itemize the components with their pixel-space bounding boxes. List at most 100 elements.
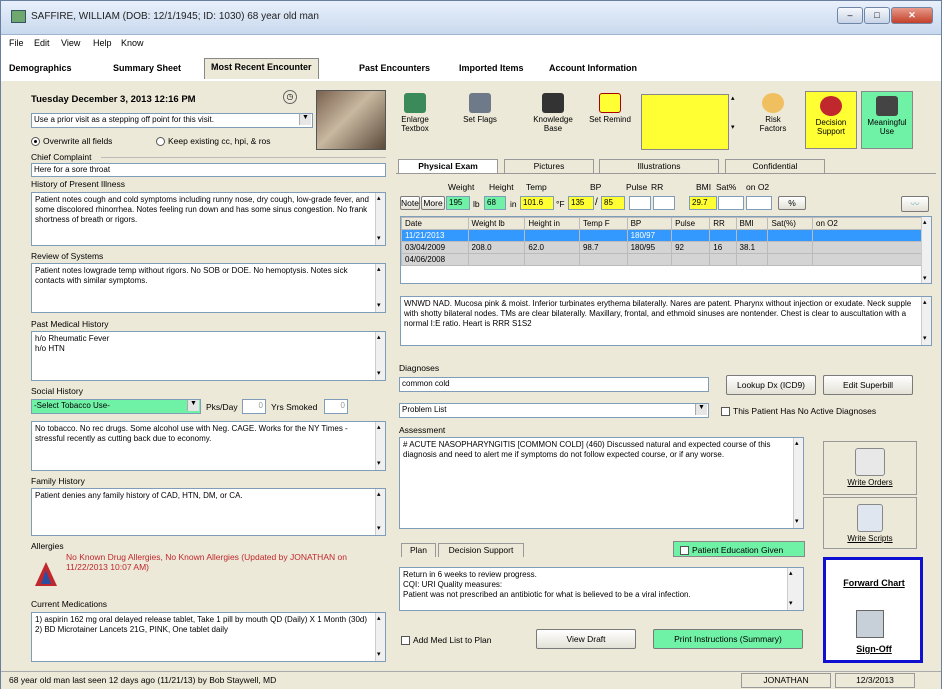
family-scrollbar[interactable] bbox=[375, 489, 385, 535]
hpi-textarea[interactable]: Patient notes cough and cold symptoms in… bbox=[31, 192, 386, 246]
col-on-o2[interactable]: on O2 bbox=[812, 217, 923, 230]
bmi-input[interactable]: 29.7 bbox=[689, 196, 717, 210]
pmh-textarea[interactable]: h/o Rheumatic Fever h/o HTN bbox=[31, 331, 386, 381]
tab-imported-items[interactable]: Imported Items bbox=[459, 60, 524, 78]
sign-off-button[interactable]: Sign-Off bbox=[832, 644, 916, 654]
tab-most-recent-encounter[interactable]: Most Recent Encounter bbox=[204, 58, 319, 79]
enlarge-textbox-button[interactable]: Enlarge Textbox bbox=[399, 93, 431, 133]
tab-summary-sheet[interactable]: Summary Sheet bbox=[113, 60, 181, 78]
height-input[interactable]: 68 bbox=[484, 196, 506, 210]
col-weight[interactable]: Weight lb bbox=[467, 217, 526, 230]
reminder-scroll[interactable]: ▴ ▾ bbox=[731, 94, 741, 150]
bp-systolic-input[interactable]: 135 bbox=[568, 196, 594, 210]
sat-input[interactable] bbox=[718, 196, 744, 210]
rr-input[interactable] bbox=[653, 196, 675, 210]
add-med-list-checkbox[interactable]: Add Med List to Plan bbox=[401, 635, 491, 646]
menu-help[interactable]: Help bbox=[93, 38, 112, 48]
chief-complaint-input[interactable]: Here for a sore throat bbox=[31, 163, 386, 177]
add-med-checkbox-box[interactable] bbox=[401, 636, 410, 646]
table-row[interactable]: 04/06/2008 bbox=[401, 253, 923, 266]
exam-textarea[interactable]: WNWD NAD. Mucosa pink & moist. Inferior … bbox=[400, 296, 932, 346]
table-row[interactable]: 11/21/2013 180/97 bbox=[401, 229, 923, 242]
col-bmi[interactable]: BMI bbox=[735, 217, 769, 230]
table-row[interactable]: 03/04/2009 208.0 62.0 98.7 180/95 92 16 38.1 bbox=[401, 241, 923, 254]
patient-education-checkbox-box[interactable] bbox=[680, 546, 689, 556]
tab-account-information[interactable]: Account Information bbox=[549, 60, 637, 78]
vitals-table-scrollbar[interactable] bbox=[921, 217, 931, 283]
keep-radio[interactable]: Keep existing cc, hpi, & ros bbox=[156, 136, 271, 147]
col-temp[interactable]: Temp F bbox=[578, 217, 628, 230]
close-button[interactable]: ✕ bbox=[891, 7, 933, 24]
pks-input[interactable]: 0 bbox=[242, 399, 266, 414]
tab-pictures[interactable]: Pictures bbox=[504, 159, 594, 173]
vitals-table[interactable]: Date Weight lb Height in Temp F BP Pulse… bbox=[400, 216, 932, 284]
allergy-icon[interactable] bbox=[33, 560, 59, 588]
minimize-button[interactable]: – bbox=[837, 7, 863, 24]
exam-scrollbar[interactable] bbox=[921, 297, 931, 345]
bp-diastolic-input[interactable]: 85 bbox=[601, 196, 625, 210]
social-textarea[interactable]: No tobacco. No rec drugs. Some alcohol u… bbox=[31, 421, 386, 471]
weight-input[interactable]: 195 bbox=[446, 196, 470, 210]
risk-factors-button[interactable]: Risk Factors bbox=[753, 93, 793, 133]
clock-icon[interactable]: ◷ bbox=[283, 90, 297, 104]
set-remind-button[interactable]: Set Remind bbox=[586, 93, 634, 124]
sat-unit-button[interactable]: % bbox=[778, 196, 806, 210]
plan-scrollbar[interactable] bbox=[787, 568, 803, 610]
forward-chart-button[interactable]: Forward Chart bbox=[832, 578, 916, 588]
meds-textarea[interactable]: 1) aspirin 162 mg oral delayed release t… bbox=[31, 612, 386, 662]
maximize-button[interactable]: □ bbox=[864, 7, 890, 24]
tab-decision-support[interactable]: Decision Support bbox=[438, 543, 524, 557]
meaningful-use-button[interactable]: Meaningful Use bbox=[861, 91, 913, 149]
keep-radio-dot[interactable] bbox=[156, 137, 165, 147]
pmh-scrollbar[interactable] bbox=[375, 332, 385, 380]
problem-list-select[interactable]: Problem List ▼ bbox=[399, 403, 709, 418]
col-sat[interactable]: Sat(%) bbox=[767, 217, 813, 230]
assessment-textarea[interactable]: # ACUTE NASOPHARYNGITIS [COMMON COLD] (4… bbox=[399, 437, 804, 529]
col-height[interactable]: Height in bbox=[524, 217, 580, 230]
no-active-checkbox-box[interactable] bbox=[721, 407, 730, 417]
plan-textarea[interactable]: Return in 6 weeks to review progress. CQ… bbox=[399, 567, 804, 611]
temp-input[interactable]: 101.6 bbox=[520, 196, 554, 210]
col-date[interactable]: Date bbox=[401, 217, 469, 230]
tab-past-encounters[interactable]: Past Encounters bbox=[359, 60, 430, 78]
menu-edit[interactable]: Edit bbox=[34, 38, 50, 48]
decision-support-button[interactable]: Decision Support bbox=[805, 91, 857, 149]
note-button[interactable]: Note bbox=[400, 196, 420, 210]
no-active-diagnoses-checkbox[interactable]: This Patient Has No Active Diagnoses bbox=[721, 406, 876, 417]
on-o2-input[interactable] bbox=[746, 196, 772, 210]
family-textarea[interactable]: Patient denies any family history of CAD… bbox=[31, 488, 386, 536]
tab-confidential[interactable]: Confidential bbox=[725, 159, 825, 173]
knowledge-base-button[interactable]: Knowledge Base bbox=[529, 93, 577, 133]
tab-demographics[interactable]: Demographics bbox=[9, 60, 72, 78]
vitals-graph-button[interactable]: 〰 bbox=[901, 196, 929, 212]
menu-file[interactable]: File bbox=[9, 38, 24, 48]
col-rr[interactable]: RR bbox=[709, 217, 737, 230]
menu-view[interactable]: View bbox=[61, 38, 80, 48]
tobacco-select[interactable]: -Select Tobacco Use- ▼ bbox=[31, 399, 201, 414]
yrs-input[interactable]: 0 bbox=[324, 399, 348, 414]
tab-plan[interactable]: Plan bbox=[401, 543, 436, 557]
tab-physical-exam[interactable]: Physical Exam bbox=[398, 159, 498, 173]
lookup-dx-button[interactable]: Lookup Dx (ICD9) bbox=[726, 375, 816, 395]
set-flags-button[interactable]: Set Flags bbox=[461, 93, 499, 124]
ros-scrollbar[interactable] bbox=[375, 264, 385, 312]
diagnosis-input[interactable]: common cold bbox=[399, 377, 709, 392]
write-scripts-button[interactable]: Write Scripts bbox=[823, 497, 917, 549]
col-pulse[interactable]: Pulse bbox=[671, 217, 711, 230]
view-draft-button[interactable]: View Draft bbox=[536, 629, 636, 649]
overwrite-radio-dot[interactable] bbox=[31, 137, 40, 147]
patient-education-checkbox[interactable]: Patient Education Given bbox=[673, 541, 805, 557]
more-button[interactable]: More bbox=[421, 196, 445, 210]
edit-superbill-button[interactable]: Edit Superbill bbox=[823, 375, 913, 395]
social-scrollbar[interactable] bbox=[375, 422, 385, 470]
ros-textarea[interactable]: Patient notes lowgrade temp without rigo… bbox=[31, 263, 386, 313]
print-instructions-button[interactable]: Print Instructions (Summary) bbox=[653, 629, 803, 649]
tab-illustrations[interactable]: Illustrations bbox=[599, 159, 719, 173]
overwrite-radio[interactable]: Overwrite all fields bbox=[31, 136, 112, 147]
pulse-input[interactable] bbox=[629, 196, 651, 210]
col-bp[interactable]: BP bbox=[626, 217, 673, 230]
menu-know[interactable]: Know bbox=[121, 38, 144, 48]
assessment-scrollbar[interactable] bbox=[793, 438, 803, 528]
meds-scrollbar[interactable] bbox=[375, 613, 385, 661]
reminder-box[interactable] bbox=[641, 94, 729, 150]
